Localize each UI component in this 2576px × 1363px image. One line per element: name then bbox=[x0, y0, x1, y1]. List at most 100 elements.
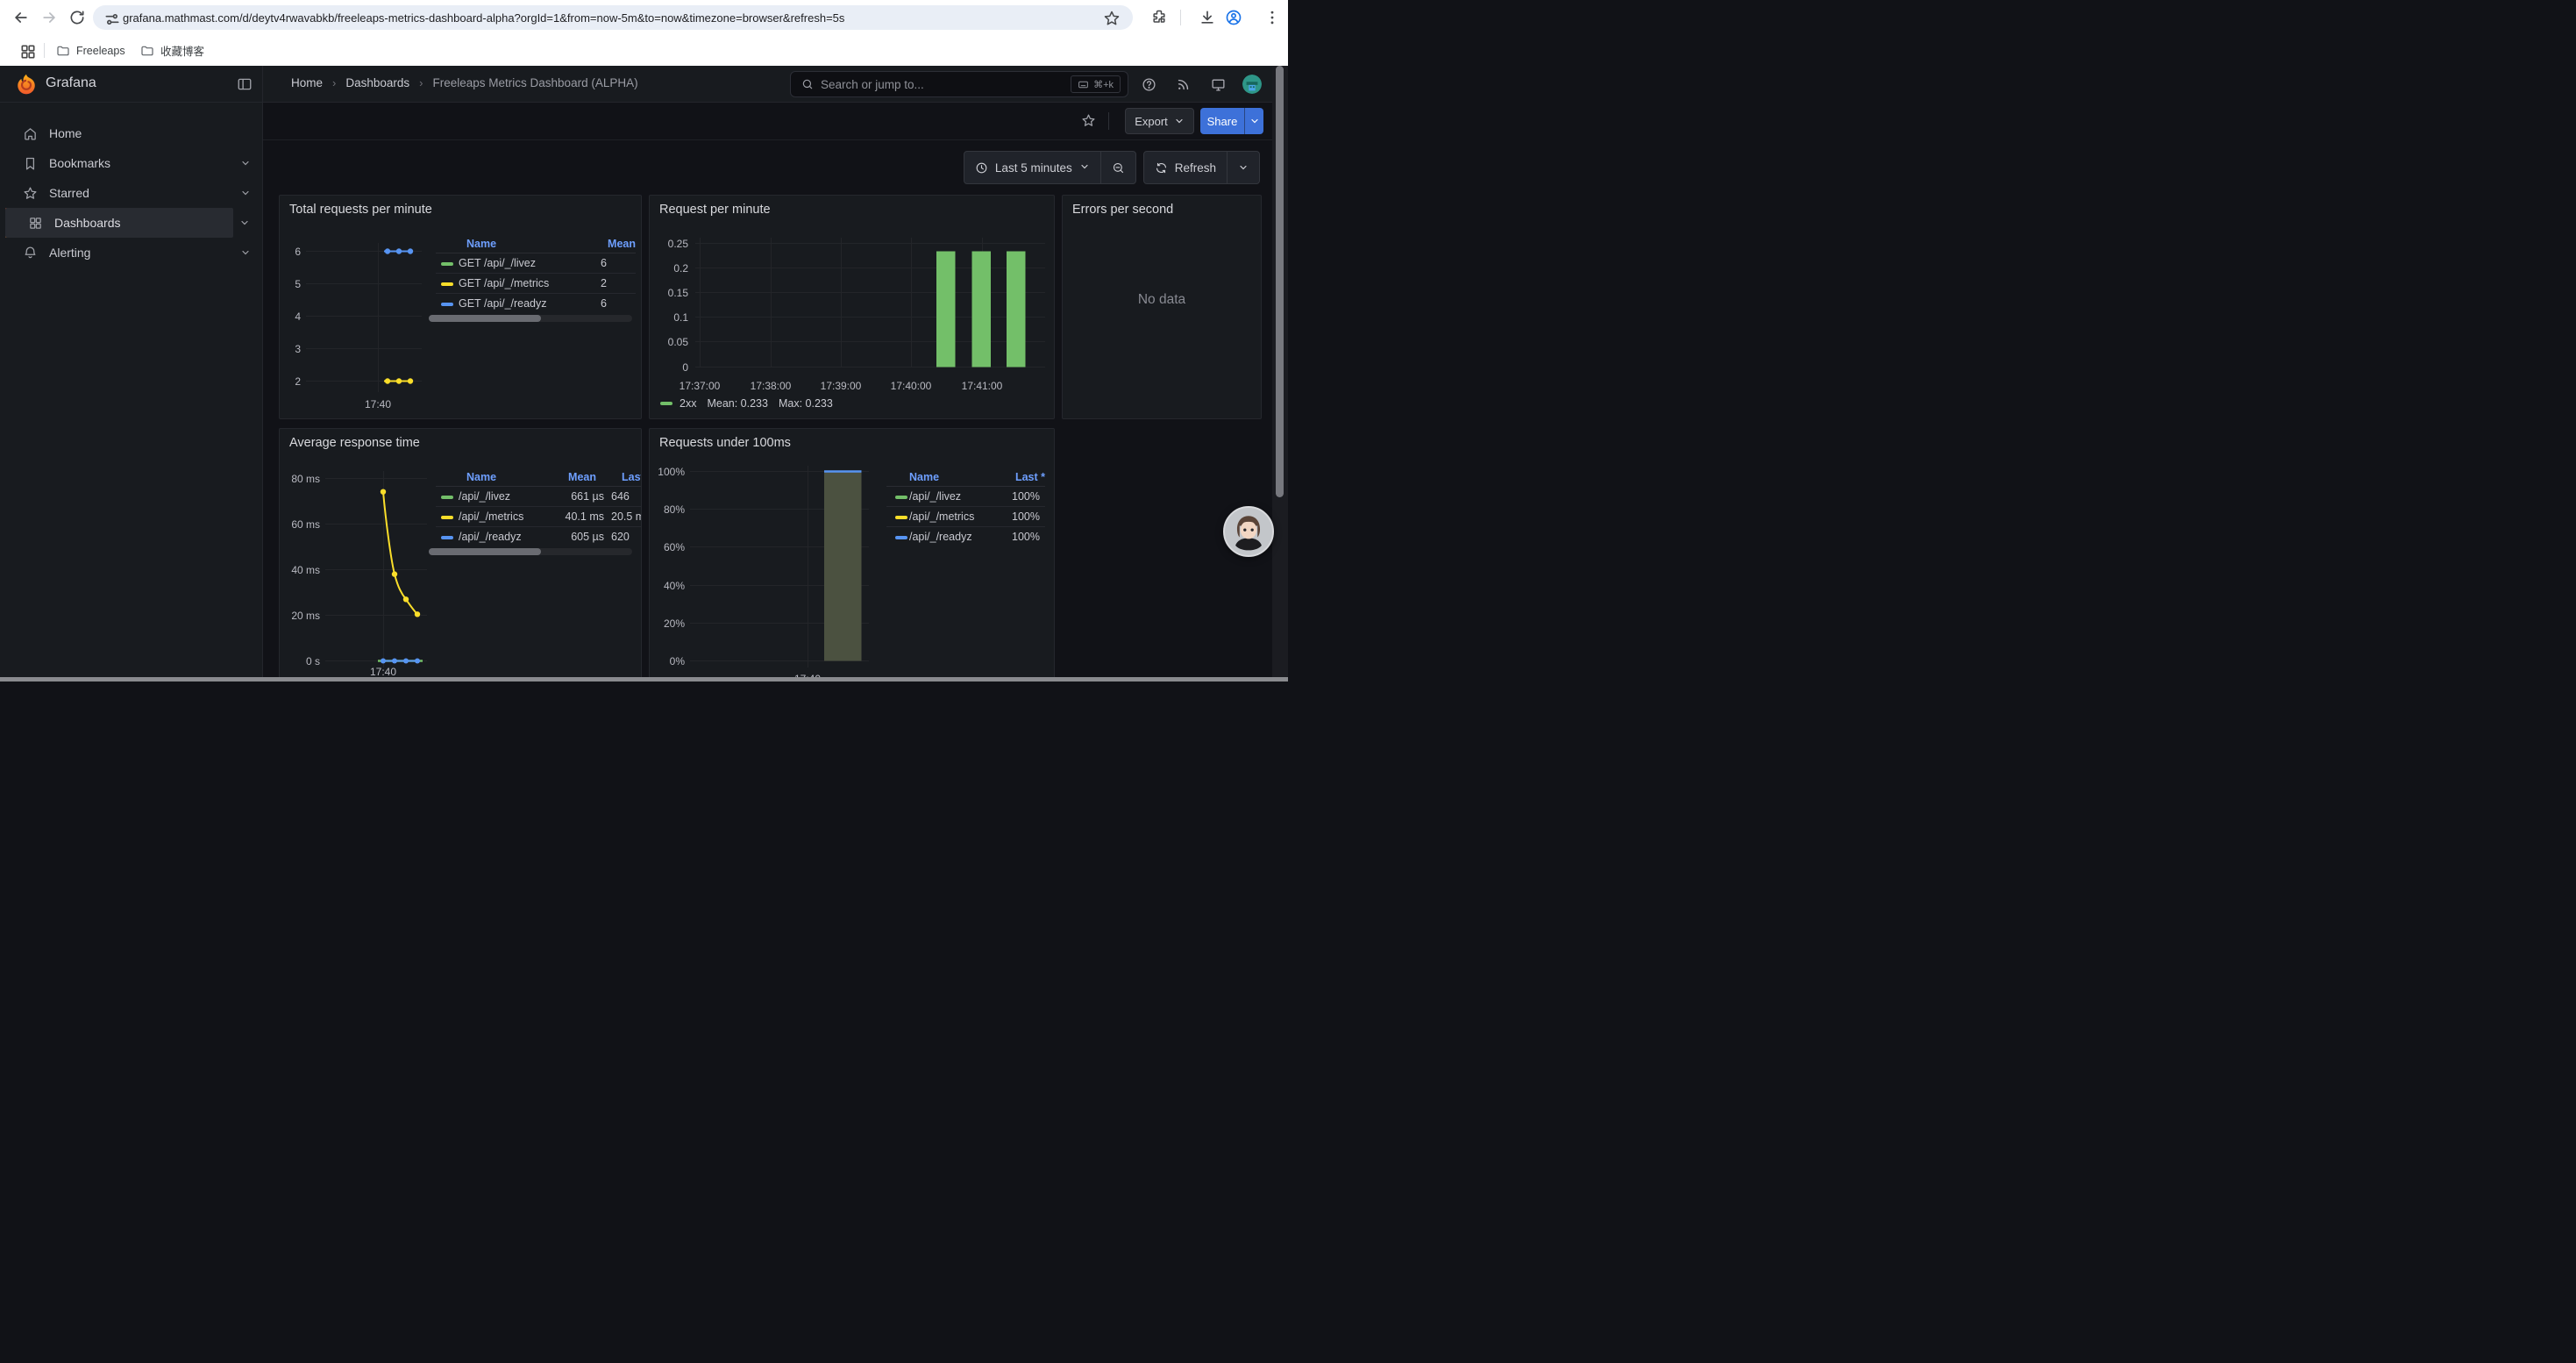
time-controls: Last 5 minutes Refresh bbox=[964, 151, 1260, 184]
legend-header-mean[interactable]: Mean bbox=[560, 238, 636, 250]
legend-row[interactable]: GET /api/_/metrics 2 bbox=[436, 274, 636, 294]
series-color-chip bbox=[441, 516, 453, 519]
panel-requests-under-100ms[interactable]: Requests under 100ms 100% 80% 60% 40% 20… bbox=[649, 428, 1055, 682]
legend-header-name[interactable]: Name bbox=[459, 238, 560, 250]
series-mean: Mean: 0.233 bbox=[707, 397, 768, 410]
chevron-down-icon[interactable] bbox=[240, 247, 251, 258]
bookmark-star-icon[interactable] bbox=[1103, 10, 1119, 25]
browser-toolbar: grafana.mathmast.com/d/deytv4rwavabkb/fr… bbox=[0, 0, 1288, 35]
series-name[interactable]: /api/_/metrics bbox=[909, 510, 974, 523]
search-input[interactable]: Search or jump to... ⌘+k bbox=[790, 71, 1128, 97]
legend-header-mean[interactable]: Mean bbox=[536, 471, 596, 483]
chevron-down-icon[interactable] bbox=[239, 218, 250, 228]
address-bar[interactable]: grafana.mathmast.com/d/deytv4rwavabkb/fr… bbox=[93, 5, 1133, 30]
legend-row[interactable]: /api/_/readyz 100% bbox=[886, 527, 1045, 547]
legend-row[interactable]: /api/_/metrics 40.1 ms 20.5 ms bbox=[436, 507, 642, 527]
legend-scrollbar[interactable] bbox=[429, 548, 632, 555]
vertical-scrollbar-thumb[interactable] bbox=[1276, 66, 1284, 497]
chevron-down-icon[interactable] bbox=[240, 158, 251, 168]
legend-row[interactable]: GET /api/_/livez 6 bbox=[436, 253, 636, 274]
sidebar-item-home[interactable]: Home bbox=[0, 118, 263, 148]
svg-text:17:40:00: 17:40:00 bbox=[891, 380, 932, 392]
zoom-out-button[interactable] bbox=[1100, 152, 1135, 183]
bookmarks-bar: Freeleaps 收藏博客 bbox=[0, 35, 1288, 66]
bell-icon bbox=[23, 246, 38, 260]
zoom-out-icon bbox=[1112, 161, 1125, 175]
legend-row[interactable]: /api/_/metrics 100% bbox=[886, 507, 1045, 527]
time-range-label: Last 5 minutes bbox=[995, 161, 1072, 175]
chevron-down-icon[interactable] bbox=[240, 188, 251, 198]
legend-row[interactable]: /api/_/livez 100% bbox=[886, 487, 1045, 507]
svg-text:80%: 80% bbox=[664, 503, 685, 516]
time-range-picker[interactable]: Last 5 minutes bbox=[964, 152, 1100, 183]
profile-icon[interactable] bbox=[1225, 9, 1242, 26]
sidebar-item-starred[interactable]: Starred bbox=[0, 178, 263, 208]
legend-table: Name Last * /api/_/livez 100% /api/_/met… bbox=[886, 467, 1045, 547]
legend-header-name[interactable]: Name bbox=[909, 471, 993, 483]
share-dropdown-button[interactable] bbox=[1244, 108, 1263, 134]
legend-row[interactable]: /api/_/readyz 605 µs 620 bbox=[436, 527, 642, 547]
svg-text:0%: 0% bbox=[670, 655, 686, 667]
favorite-star-icon[interactable] bbox=[1081, 113, 1097, 129]
legend-scrollbar[interactable] bbox=[429, 315, 632, 322]
sidebar-item-dashboards[interactable]: Dashboards bbox=[5, 208, 233, 238]
back-icon[interactable] bbox=[12, 9, 30, 26]
user-avatar[interactable] bbox=[1242, 75, 1262, 94]
horizontal-scrollbar[interactable] bbox=[0, 677, 1288, 682]
breadcrumb-home[interactable]: Home bbox=[291, 76, 323, 89]
legend-header: Name Mean Last * bbox=[436, 467, 642, 487]
series-name[interactable]: GET /api/_/livez bbox=[459, 257, 536, 269]
series-name[interactable]: /api/_/livez bbox=[459, 490, 510, 503]
grafana-header-brand-section: Grafana bbox=[0, 66, 263, 103]
bookmark-folder-blogs[interactable]: 收藏博客 bbox=[140, 41, 204, 60]
legend-row[interactable]: GET /api/_/readyz 6 bbox=[436, 294, 636, 314]
reload-icon[interactable] bbox=[68, 9, 86, 26]
sidebar-item-alerting[interactable]: Alerting bbox=[0, 238, 263, 268]
panel-total-requests[interactable]: Total requests per minute 6 5 4 3 2 17:4… bbox=[279, 195, 642, 419]
forward-icon[interactable] bbox=[40, 9, 58, 26]
series-name[interactable]: /api/_/readyz bbox=[909, 531, 972, 543]
help-icon[interactable] bbox=[1142, 77, 1156, 92]
request-per-minute-chart: 0.25 0.2 0.15 0.1 0.05 0 17:37:00 17:38:… bbox=[650, 196, 1055, 419]
panel-avg-response-time[interactable]: Average response time 80 ms 60 ms 40 ms … bbox=[279, 428, 642, 682]
svg-text:17:39:00: 17:39:00 bbox=[821, 380, 862, 392]
breadcrumb-dashboards[interactable]: Dashboards bbox=[345, 76, 409, 89]
sidebar-item-bookmarks[interactable]: Bookmarks bbox=[0, 148, 263, 178]
series-mean: 605 µs bbox=[529, 531, 604, 543]
search-shortcut-badge: ⌘+k bbox=[1071, 75, 1121, 93]
breadcrumb-current: Freeleaps Metrics Dashboard (ALPHA) bbox=[433, 76, 638, 89]
refresh-interval-dropdown[interactable] bbox=[1227, 152, 1259, 183]
dashboards-grid-icon bbox=[28, 216, 43, 231]
panel-request-per-minute[interactable]: Request per minute 0.25 0.2 0.15 0.1 0.0… bbox=[649, 195, 1055, 419]
export-button[interactable]: Export bbox=[1125, 108, 1194, 134]
svg-text:3: 3 bbox=[295, 343, 301, 355]
sidebar-item-label: Alerting bbox=[49, 246, 90, 260]
menu-dots-icon[interactable] bbox=[1263, 9, 1281, 26]
site-settings-icon[interactable] bbox=[103, 11, 117, 25]
refresh-button[interactable]: Refresh bbox=[1144, 152, 1227, 183]
grafana-logo[interactable] bbox=[15, 73, 38, 96]
panel-errors-per-second[interactable]: Errors per second No data bbox=[1062, 195, 1262, 419]
panel-legend: 2xx Mean: 0.233 Max: 0.233 bbox=[660, 397, 833, 410]
legend-row[interactable]: /api/_/livez 661 µs 646 bbox=[436, 487, 642, 507]
share-button[interactable]: Share bbox=[1200, 108, 1244, 134]
series-name[interactable]: /api/_/livez bbox=[909, 490, 961, 503]
svg-text:0: 0 bbox=[682, 361, 688, 374]
series-name[interactable]: 2xx bbox=[680, 397, 696, 410]
series-name[interactable]: /api/_/readyz bbox=[459, 531, 522, 543]
legend-header-last[interactable]: Last * bbox=[993, 471, 1045, 483]
extensions-icon[interactable] bbox=[1150, 9, 1168, 26]
apps-grid-icon[interactable] bbox=[19, 43, 34, 58]
assistant-avatar[interactable] bbox=[1223, 506, 1274, 557]
download-icon[interactable] bbox=[1199, 9, 1216, 26]
news-rss-icon[interactable] bbox=[1176, 77, 1191, 92]
legend-table: Name Mean GET /api/_/livez 6 GET /api/_/… bbox=[436, 234, 636, 314]
mega-menu-dock-icon[interactable] bbox=[237, 76, 253, 92]
url-text[interactable]: grafana.mathmast.com/d/deytv4rwavabkb/fr… bbox=[123, 11, 844, 25]
legend-header-last[interactable]: Last * bbox=[622, 471, 642, 483]
svg-text:17:40: 17:40 bbox=[365, 398, 391, 410]
kiosk-monitor-icon[interactable] bbox=[1211, 77, 1226, 92]
bookmark-folder-freeleaps[interactable]: Freeleaps bbox=[56, 41, 125, 60]
series-name[interactable]: /api/_/metrics bbox=[459, 510, 523, 523]
legend-header-name[interactable]: Name bbox=[459, 471, 536, 483]
